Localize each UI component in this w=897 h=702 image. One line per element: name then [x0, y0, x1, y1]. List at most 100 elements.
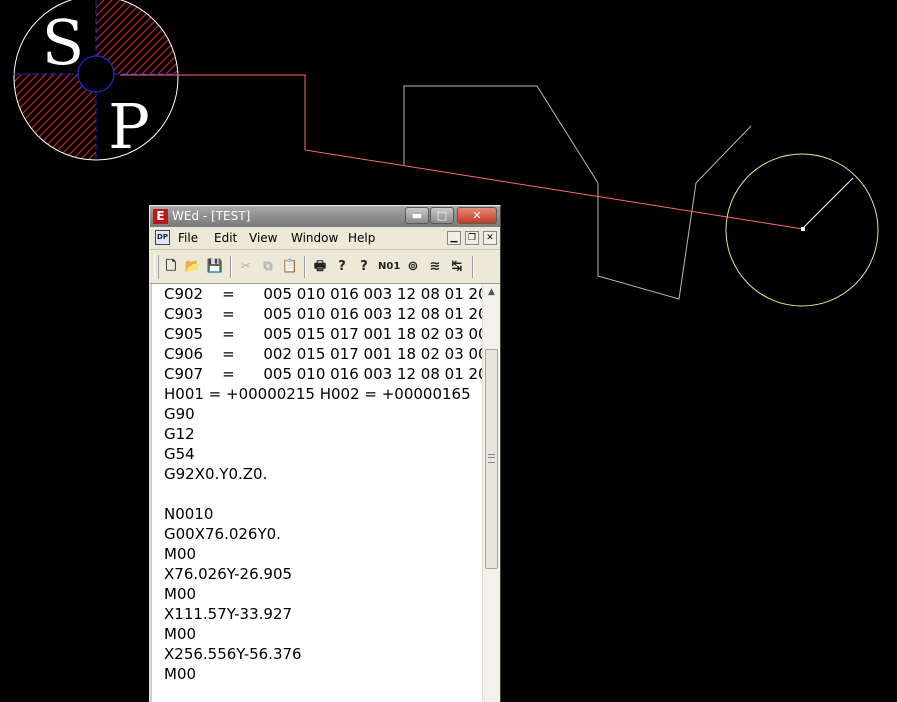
- hatch-line: [192, 0, 392, 200]
- document-icon[interactable]: DP: [155, 230, 170, 245]
- menu-help[interactable]: Help: [348, 227, 375, 249]
- hatch-line: [0, 0, 8, 200]
- new-file-icon[interactable]: 🗋: [162, 258, 180, 276]
- code-editor[interactable]: C902 = 005 010 016 003 12 08 01 20 C903 =…: [152, 284, 500, 702]
- hatch-line: [312, 0, 512, 200]
- hole-radius-line: [802, 177, 854, 229]
- hatch-line: [160, 0, 360, 200]
- paste-icon[interactable]: 📋: [281, 258, 299, 276]
- copy-icon[interactable]: ⧉: [259, 258, 277, 276]
- hatch-line: [256, 0, 456, 200]
- maximize-button[interactable]: □: [430, 207, 454, 224]
- origin-label-p: P: [108, 90, 150, 163]
- close-button[interactable]: ✕: [457, 207, 497, 224]
- hatch-line: [224, 0, 424, 200]
- code-line[interactable]: X76.026Y-26.905: [164, 564, 482, 584]
- code-line[interactable]: [164, 484, 482, 504]
- code-line[interactable]: M00: [164, 584, 482, 604]
- help-icon[interactable]: ?: [333, 258, 351, 276]
- menu-edit[interactable]: Edit: [214, 227, 237, 249]
- menu-view[interactable]: View: [249, 227, 277, 249]
- hatch-line: [360, 0, 560, 200]
- code-line[interactable]: G12: [164, 424, 482, 444]
- print-icon[interactable]: 🖶: [311, 258, 329, 276]
- hatch-line: [96, 0, 178, 74]
- hatch-line: [184, 0, 384, 200]
- hatch-line: [135, 0, 178, 74]
- hatch-line: [312, 0, 512, 200]
- mdi-minimize-button[interactable]: ▁: [447, 231, 461, 245]
- hatch-line: [55, 74, 96, 160]
- code-line[interactable]: C902 = 005 010 016 003 12 08 01 20: [164, 284, 482, 304]
- hatch-line: [288, 0, 488, 200]
- code-line[interactable]: X111.57Y-33.927: [164, 604, 482, 624]
- code-line[interactable]: C903 = 005 010 016 003 12 08 01 20: [164, 304, 482, 324]
- minimize-button[interactable]: ▬: [405, 207, 429, 224]
- code-line[interactable]: M00: [164, 664, 482, 684]
- cut-icon[interactable]: ✂: [237, 258, 255, 276]
- replace-icon[interactable]: ↹: [448, 258, 466, 276]
- hatch-line: [344, 0, 544, 200]
- hatch-line: [143, 0, 178, 74]
- hatch-line: [175, 0, 178, 74]
- code-line[interactable]: G92X0.Y0.Z0.: [164, 464, 482, 484]
- menu-file[interactable]: File: [178, 227, 198, 249]
- hatch-line: [280, 0, 480, 200]
- hatch-line: [184, 0, 384, 200]
- context-help-icon[interactable]: ?: [355, 258, 373, 276]
- app-icon[interactable]: E: [153, 209, 168, 224]
- code-line[interactable]: G54: [164, 444, 482, 464]
- hatch-line: [320, 0, 520, 200]
- code-line[interactable]: G90: [164, 404, 482, 424]
- code-text-area[interactable]: C902 = 005 010 016 003 12 08 01 20 C903 =…: [164, 284, 482, 684]
- title-bar[interactable]: E WEd - [TEST] ▬ □ ✕: [150, 206, 500, 227]
- hatch-line: [208, 0, 408, 200]
- hatch-line: [216, 0, 416, 200]
- open-folder-icon[interactable]: 📂: [184, 258, 202, 276]
- code-line[interactable]: M00: [164, 544, 482, 564]
- code-line[interactable]: H001 = +00000215 H002 = +00000165: [164, 384, 482, 404]
- hatch-line: [232, 0, 432, 200]
- hatch-line: [336, 0, 536, 200]
- save-icon[interactable]: 💾: [206, 258, 224, 276]
- hole-center-point: [801, 227, 805, 231]
- scroll-up-arrow-icon[interactable]: ▲: [483, 284, 500, 301]
- code-line[interactable]: G00X76.026Y0.: [164, 524, 482, 544]
- scroll-thumb[interactable]: [485, 349, 498, 569]
- code-line[interactable]: C906 = 002 015 017 001 18 02 03 00: [164, 344, 482, 364]
- hatch-line: [127, 0, 178, 74]
- code-line[interactable]: N0010: [164, 504, 482, 524]
- hatch-line: [151, 0, 178, 74]
- code-line[interactable]: C907 = 005 010 016 003 12 08 01 20: [164, 364, 482, 384]
- menu-bar: DP File Edit View Window Help ▁ ❐ ✕: [150, 227, 500, 250]
- hatch-line: [392, 0, 592, 200]
- hatch-line: [352, 0, 552, 200]
- hatch-line: [240, 0, 440, 200]
- layers-icon[interactable]: ≋: [426, 258, 444, 276]
- hatch-line: [152, 0, 352, 200]
- hatch-line: [200, 0, 400, 200]
- hatch-line: [336, 0, 536, 200]
- hatch-line: [208, 0, 408, 200]
- menu-window[interactable]: Window: [291, 227, 338, 249]
- code-line[interactable]: M00: [164, 624, 482, 644]
- origin-marker: S P: [0, 0, 592, 200]
- toolbar-grip[interactable]: [154, 255, 159, 279]
- hatch-line: [288, 0, 488, 200]
- hatch-line: [368, 0, 568, 200]
- hatch-line: [256, 0, 456, 200]
- hatch-line: [159, 0, 178, 74]
- vertical-scrollbar[interactable]: ▲: [482, 284, 500, 702]
- hatch-line: [248, 0, 448, 200]
- hatch-line: [0, 0, 8, 200]
- mdi-close-button[interactable]: ✕: [483, 231, 497, 245]
- hatch-quadrant: [0, 0, 560, 200]
- hatch-line: [168, 0, 368, 200]
- code-line[interactable]: C905 = 005 015 017 001 18 02 03 00: [164, 324, 482, 344]
- sequence-number-icon[interactable]: N01: [378, 258, 400, 276]
- find-icon[interactable]: ⊚: [404, 258, 422, 276]
- mdi-restore-button[interactable]: ❐: [465, 231, 479, 245]
- toolbar-separator: [304, 256, 306, 278]
- toolbar-separator: [230, 256, 232, 278]
- code-line[interactable]: X256.556Y-56.376: [164, 644, 482, 664]
